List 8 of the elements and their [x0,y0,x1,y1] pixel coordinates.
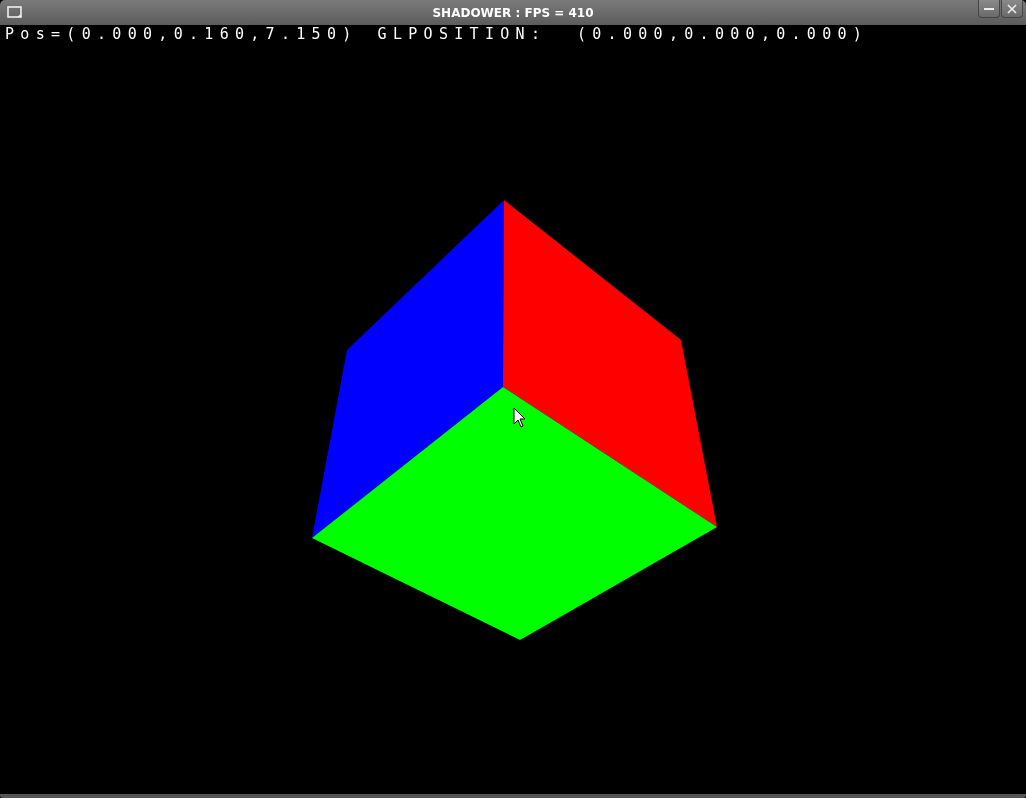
minimize-button[interactable] [978,0,1000,18]
close-icon [1007,3,1017,14]
window-icon [7,5,23,20]
cursor-icon [513,407,526,428]
position-readout: GLPOSITION: (0.000,0.000,0.000) [377,25,869,43]
position-readout: Pos=(0.000,0.160,7.150) [5,25,358,43]
close-button[interactable] [1001,0,1023,18]
window-title: SHADOWER : FPS = 410 [432,5,594,20]
